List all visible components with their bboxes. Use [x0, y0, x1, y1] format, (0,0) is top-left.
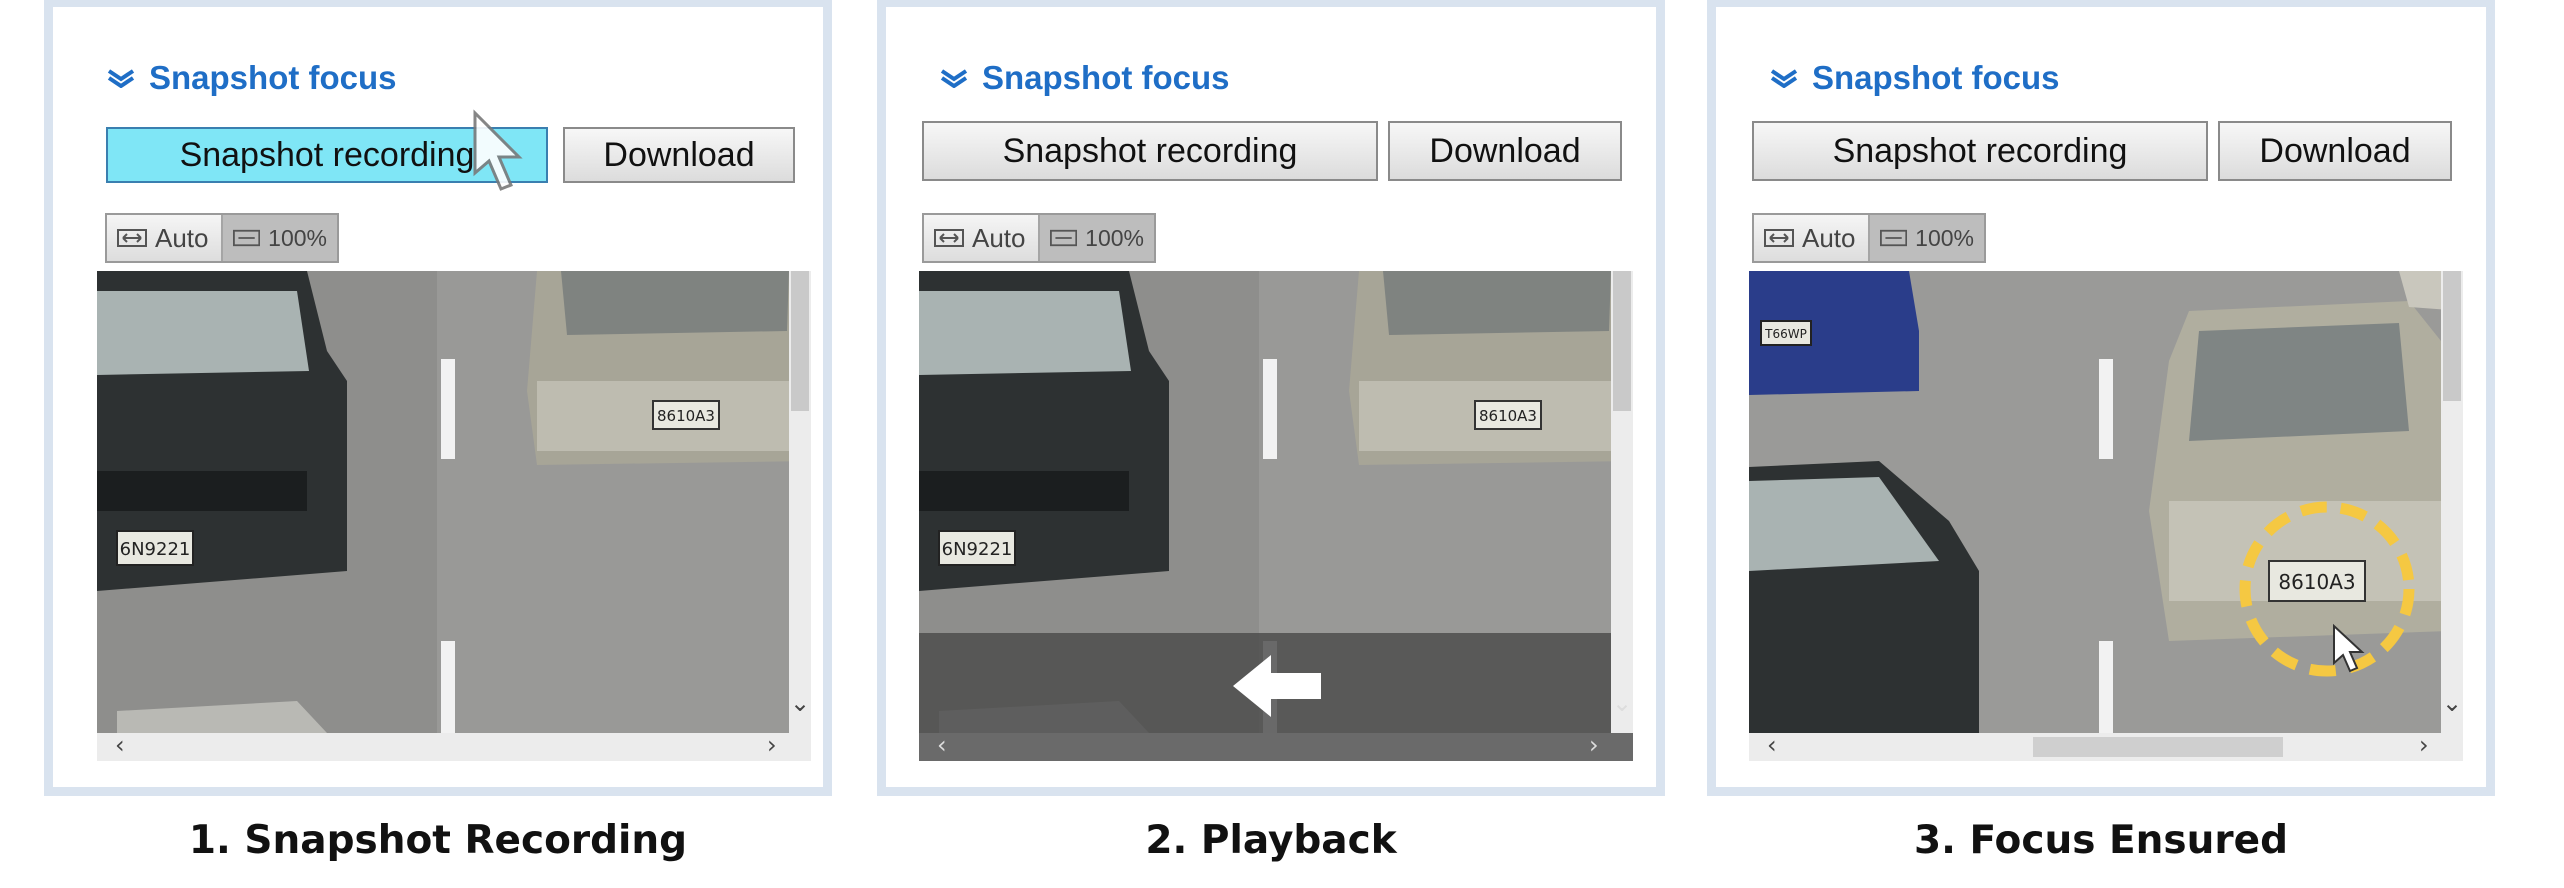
horizontal-scrollbar[interactable]: ‹ ›: [97, 731, 811, 761]
mouse-pointer-icon: [473, 109, 523, 191]
left-arrow-icon[interactable]: [1229, 651, 1325, 721]
horizontal-scrollbar[interactable]: ‹ ›: [1749, 731, 2463, 761]
fit-width-icon: [934, 229, 964, 247]
snapshot-image-viewer[interactable]: T66WP 8610A3 ⌄ ‹ ›: [1749, 271, 2463, 761]
scroll-down-arrow-icon[interactable]: ⌄: [790, 689, 810, 717]
double-chevron-down-icon: [107, 69, 135, 88]
zoom-auto-button[interactable]: Auto: [107, 215, 223, 261]
plate-blue-car: T66WP: [1764, 327, 1807, 341]
section-title[interactable]: Snapshot focus: [938, 59, 1230, 97]
snapshot-recording-button[interactable]: Snapshot recording: [922, 121, 1378, 181]
plate-front-car: 6N9221: [120, 539, 191, 560]
zoom-toggle: Auto 100%: [1752, 213, 1986, 263]
vertical-scroll-thumb[interactable]: [791, 271, 809, 411]
download-button[interactable]: Download: [2218, 121, 2452, 181]
download-button[interactable]: Download: [563, 127, 795, 183]
snapshot-recording-button[interactable]: Snapshot recording: [1752, 121, 2208, 181]
scroll-left-arrow-icon[interactable]: ‹: [937, 731, 947, 759]
section-title-text: Snapshot focus: [982, 59, 1230, 96]
plate-front-car: 6N9221: [942, 539, 1013, 560]
section-title-text: Snapshot focus: [1812, 59, 2060, 96]
horizontal-scrollbar[interactable]: ‹ ›: [919, 731, 1633, 761]
panel-playback: Snapshot focus Snapshot recording Downlo…: [877, 0, 1665, 796]
section-title[interactable]: Snapshot focus: [105, 59, 397, 97]
zoom-100-button[interactable]: 100%: [1870, 215, 1984, 261]
scroll-left-arrow-icon[interactable]: ‹: [1767, 731, 1777, 759]
zoom-100-label: 100%: [1915, 224, 1974, 251]
section-title-text: Snapshot focus: [149, 59, 397, 96]
double-chevron-down-icon: [940, 69, 968, 88]
scroll-right-arrow-icon[interactable]: ›: [767, 731, 777, 759]
fit-width-icon: [1764, 229, 1794, 247]
plate-silver-car: 8610A3: [2278, 570, 2355, 594]
panel-snapshot-recording: Snapshot focus Snapshot recording Downlo…: [44, 0, 832, 796]
zoom-toggle: Auto 100%: [105, 213, 339, 263]
scroll-down-arrow-icon[interactable]: ⌄: [2442, 689, 2462, 717]
snapshot-image-viewer[interactable]: 6N9221 8610A3 ⌄ ‹ ›: [919, 271, 1633, 761]
zoom-100-button[interactable]: 100%: [1040, 215, 1154, 261]
panel-focus-ensured: Snapshot focus Snapshot recording Downlo…: [1707, 0, 2495, 796]
actual-size-icon: [233, 229, 261, 247]
zoom-100-button[interactable]: 100%: [223, 215, 337, 261]
zoom-toggle: Auto 100%: [922, 213, 1156, 263]
snapshot-image: 6N9221 8610A3: [97, 271, 811, 733]
scroll-left-arrow-icon[interactable]: ‹: [115, 731, 125, 759]
caption-step-2: 2. Playback: [1145, 818, 1397, 863]
download-button[interactable]: Download: [1388, 121, 1622, 181]
vertical-scroll-thumb[interactable]: [2443, 271, 2461, 401]
vertical-scroll-thumb[interactable]: [1613, 271, 1631, 411]
horizontal-scroll-thumb[interactable]: [2033, 737, 2283, 757]
zoom-auto-label: Auto: [155, 222, 209, 253]
scroll-down-arrow-icon[interactable]: ⌄: [1612, 689, 1632, 717]
plate-silver-car: 8610A3: [657, 407, 715, 425]
actual-size-icon: [1880, 229, 1908, 247]
zoom-auto-button[interactable]: Auto: [1754, 215, 1870, 261]
zoom-100-label: 100%: [1085, 224, 1144, 251]
snapshot-image: T66WP 8610A3: [1749, 271, 2463, 733]
zoom-auto-button[interactable]: Auto: [924, 215, 1040, 261]
snapshot-image-viewer[interactable]: 6N9221 8610A3 ⌄ ‹ ›: [97, 271, 811, 761]
plate-silver-car: 8610A3: [1479, 407, 1537, 425]
zoom-auto-label: Auto: [1802, 222, 1856, 253]
section-title[interactable]: Snapshot focus: [1768, 59, 2060, 97]
zoom-auto-label: Auto: [972, 222, 1026, 253]
caption-step-3: 3. Focus Ensured: [1913, 818, 2289, 863]
double-chevron-down-icon: [1770, 69, 1798, 88]
actual-size-icon: [1050, 229, 1078, 247]
zoom-100-label: 100%: [268, 224, 327, 251]
scroll-right-arrow-icon[interactable]: ›: [1589, 731, 1599, 759]
vertical-scrollbar[interactable]: ⌄: [789, 271, 811, 733]
vertical-scrollbar[interactable]: ⌄: [2441, 271, 2463, 733]
vertical-scrollbar[interactable]: ⌄: [1611, 271, 1633, 733]
caption-step-1: 1. Snapshot Recording: [188, 818, 688, 863]
fit-width-icon: [117, 229, 147, 247]
scroll-right-arrow-icon[interactable]: ›: [2419, 731, 2429, 759]
